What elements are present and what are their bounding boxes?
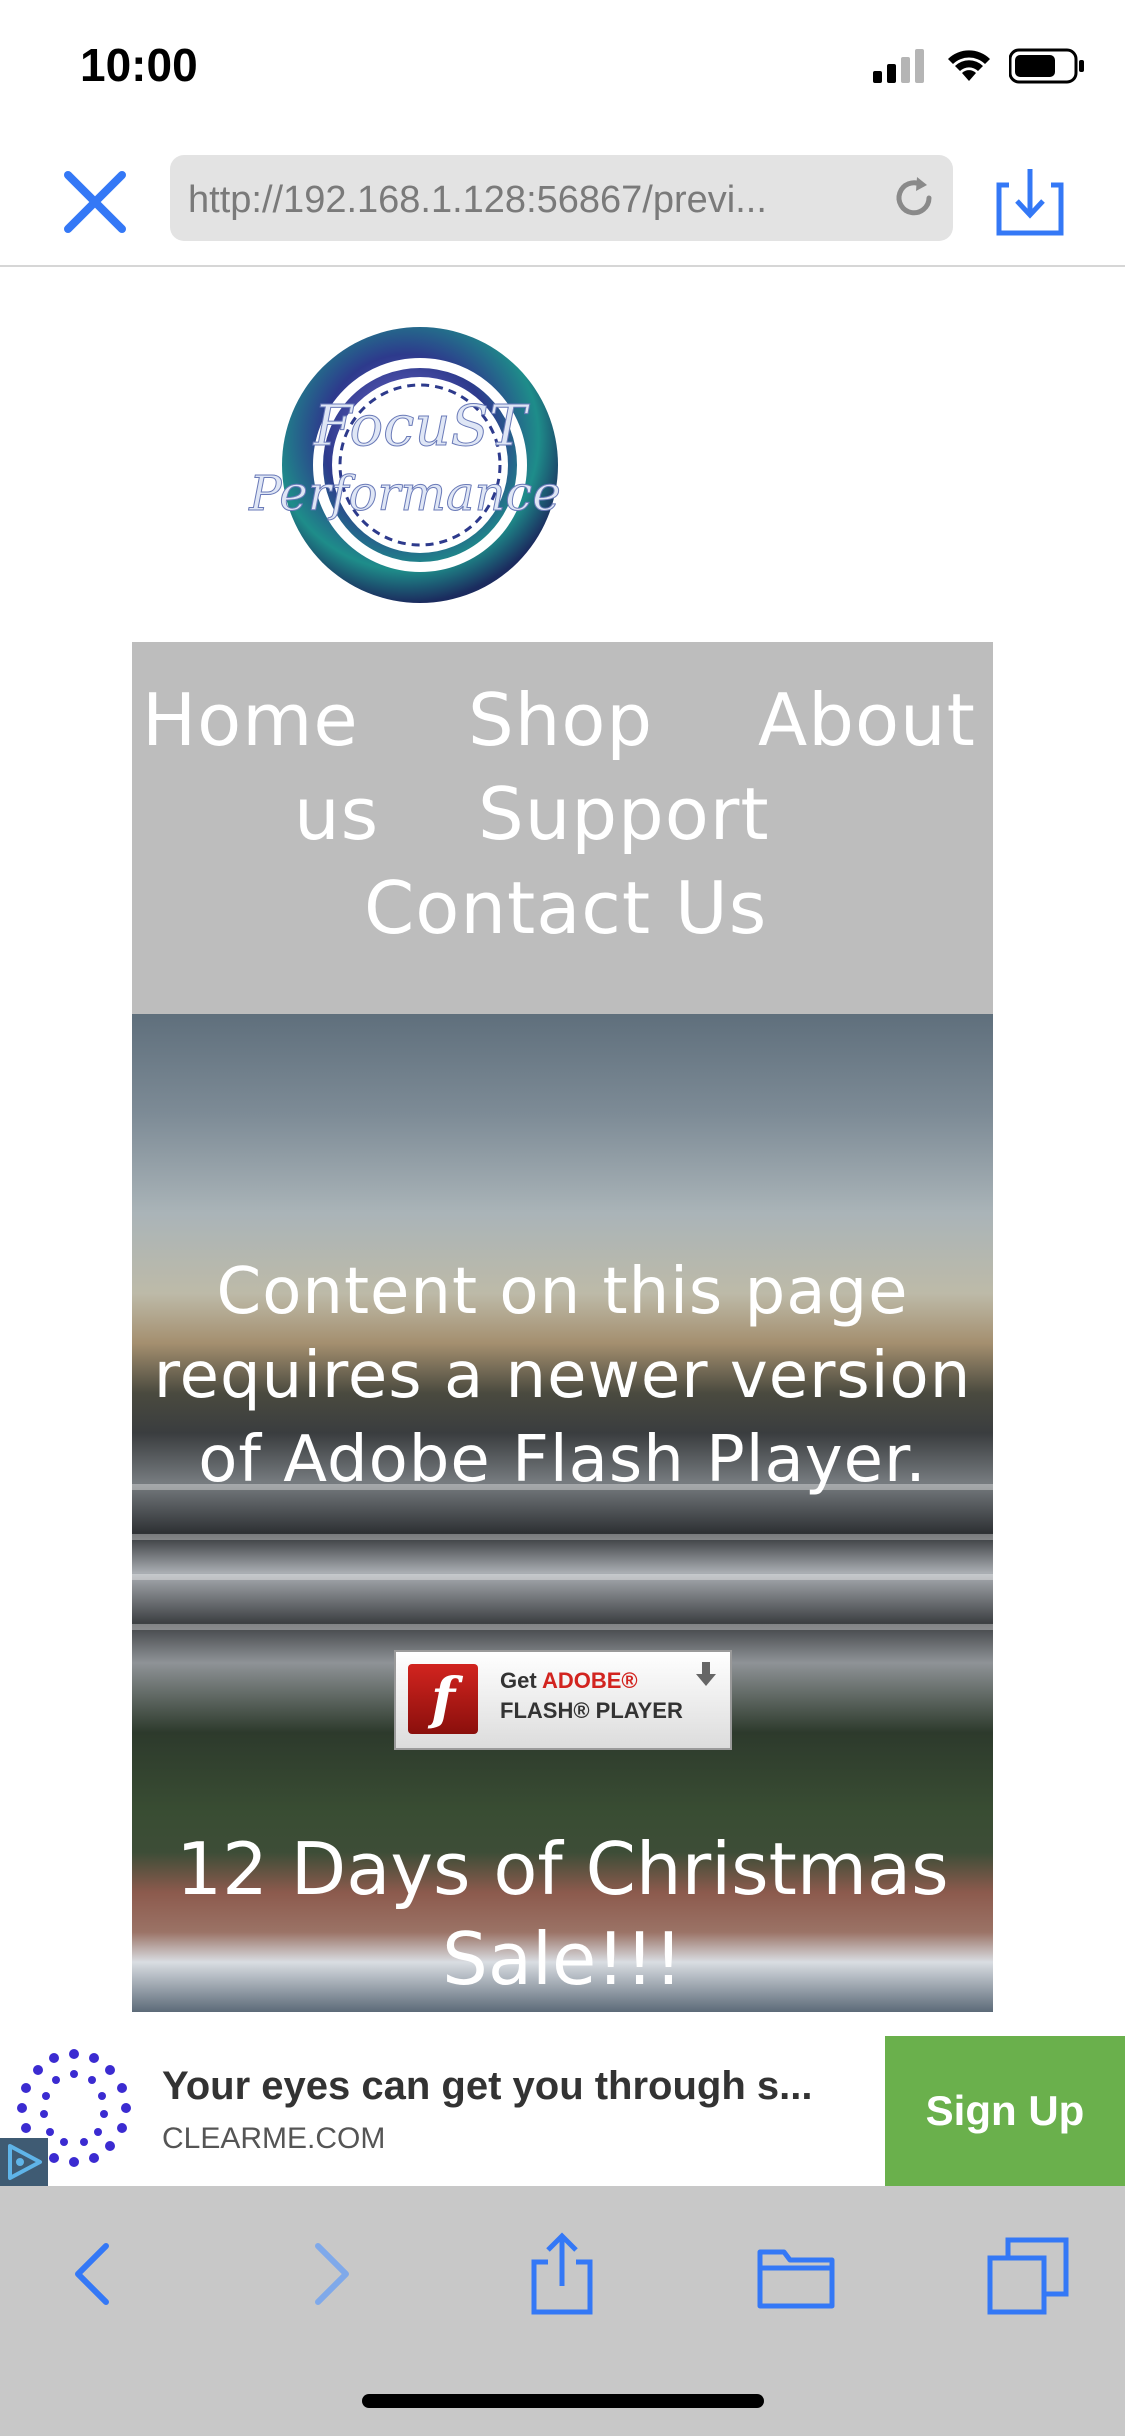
flash-badge-adobe: ADOBE® [541,1668,638,1693]
nav-about[interactable]: About [758,678,976,762]
status-bar: 10:00 [0,0,1125,135]
share-icon[interactable] [520,2232,604,2316]
browser-toolbar: http://192.168.1.128:56867/previ... [0,135,1125,267]
forward-icon[interactable] [288,2232,372,2316]
flash-badge-player: FLASH® PLAYER [500,1698,683,1723]
nav-home[interactable]: Home [142,678,359,762]
home-indicator [362,2394,764,2408]
sale-heading: 12 Days of Christmas Sale!!! [176,1827,949,2001]
status-time: 10:00 [80,39,198,91]
cellular-signal-icon [873,49,924,83]
tabs-icon[interactable] [986,2232,1070,2316]
battery-icon [1009,48,1084,84]
status-icons [873,48,1085,84]
download-arrow-icon [696,1662,716,1686]
reload-icon[interactable] [889,173,939,223]
ad-banner[interactable]: Your eyes can get you through s... CLEAR… [0,2036,1125,2186]
nav-contact[interactable]: Contact Us [364,866,767,950]
nav-shop[interactable]: Shop [468,678,653,762]
back-icon[interactable] [52,2232,136,2316]
flash-required-message: Content on this page requires a newer ve… [153,1255,972,1497]
svg-text:FocuST: FocuST [313,394,530,459]
ad-title[interactable]: Your eyes can get you through s... [162,2064,862,2109]
url-text[interactable]: http://192.168.1.128:56867/previ... [188,179,868,222]
bookmarks-icon[interactable] [754,2232,838,2316]
site-logo[interactable]: FocuST Performance [245,320,585,610]
flash-badge-get: Get [500,1668,537,1693]
nav-about-cont[interactable]: us [294,772,379,856]
nav-support[interactable]: Support [478,772,770,856]
ad-domain[interactable]: CLEARME.COM [162,2122,385,2156]
download-icon[interactable] [995,163,1065,237]
flash-logo-icon: f [408,1664,478,1734]
wifi-icon [948,50,990,81]
ad-choices-icon[interactable] [0,2138,48,2186]
ad-signup-button[interactable]: Sign Up [885,2036,1125,2186]
nav-menu: Home Shop About us Support Contact Us [132,642,993,1014]
get-flash-player-button[interactable]: f Get ADOBE® FLASH® PLAYER [394,1650,732,1750]
hero-banner: Content on this page requires a newer ve… [132,1014,993,2012]
svg-text:Performance: Performance [248,466,560,522]
close-icon[interactable] [58,165,132,239]
address-bar[interactable]: http://192.168.1.128:56867/previ... [170,155,953,241]
